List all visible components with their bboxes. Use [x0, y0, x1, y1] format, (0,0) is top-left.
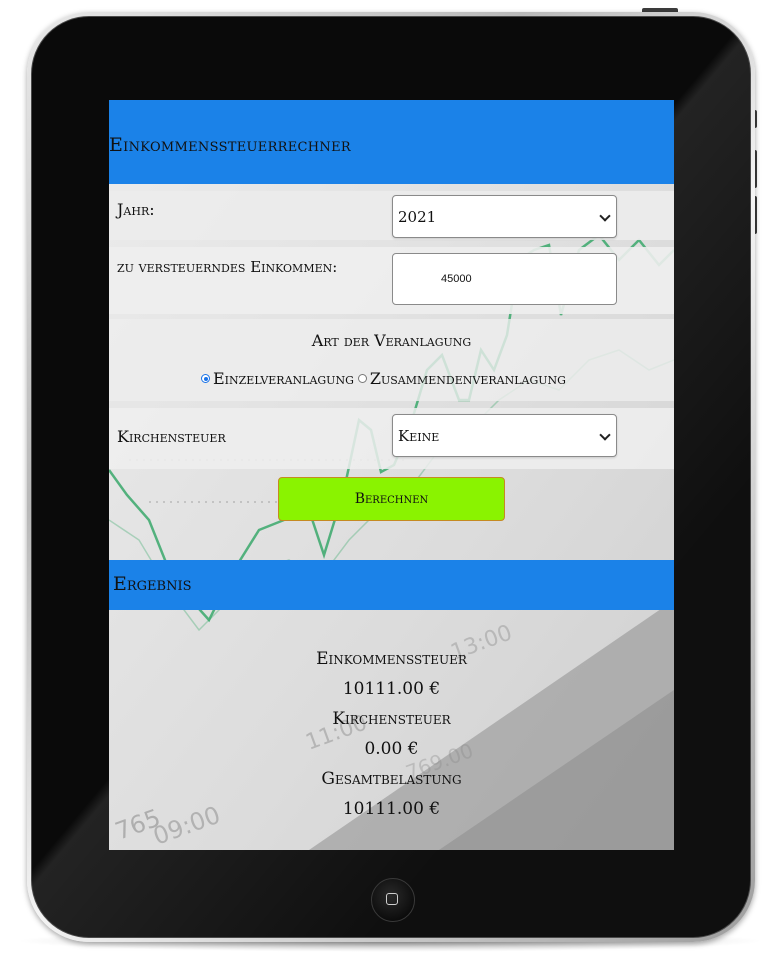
- assessment-mode-options: Einzelveranlagung Zusammendenveranlagung: [201, 368, 570, 390]
- result-title: Ergebnis: [113, 573, 192, 595]
- total-burden-value: 10111.00 €: [342, 799, 441, 819]
- year-select-value: 2021: [398, 208, 437, 226]
- income-label: zu versteuerndes Einkommen:: [117, 258, 338, 276]
- year-select[interactable]: 2021: [392, 195, 617, 238]
- income-input[interactable]: [392, 253, 617, 305]
- radio-joint-assessment-label[interactable]: Zusammendenveranlagung: [370, 369, 566, 388]
- app-screen: 765 09:00 11:00 13:00 769.00 Einkommenss…: [109, 100, 674, 850]
- radio-single-assessment-label[interactable]: Einzelveranlagung: [213, 369, 354, 388]
- page-title: Einkommenssteuerrechner: [109, 134, 351, 156]
- income-tax-label: Einkommenssteuer: [316, 649, 467, 669]
- church-tax-select[interactable]: Keine: [392, 414, 617, 457]
- chevron-down-icon: [599, 210, 611, 222]
- church-tax-select-value: Keine: [398, 427, 440, 445]
- church-tax-result-value: 0.00 €: [364, 739, 419, 759]
- church-tax-result-label: Kirchensteuer: [332, 709, 451, 729]
- year-label: Jahr:: [117, 200, 155, 219]
- home-button[interactable]: [371, 878, 415, 922]
- home-button-icon: [386, 893, 398, 905]
- chevron-down-icon: [599, 429, 611, 441]
- income-tax-value: 10111.00 €: [342, 679, 441, 699]
- result-header: [109, 560, 674, 610]
- calculate-button[interactable]: Berechnen: [278, 477, 505, 521]
- assessment-mode-heading: Art der Veranlagung: [311, 331, 472, 350]
- church-tax-label: Kirchensteuer: [117, 427, 226, 446]
- radio-single-assessment[interactable]: [201, 374, 210, 383]
- radio-joint-assessment[interactable]: [357, 374, 367, 383]
- total-burden-label: Gesamtbelastung: [321, 769, 462, 789]
